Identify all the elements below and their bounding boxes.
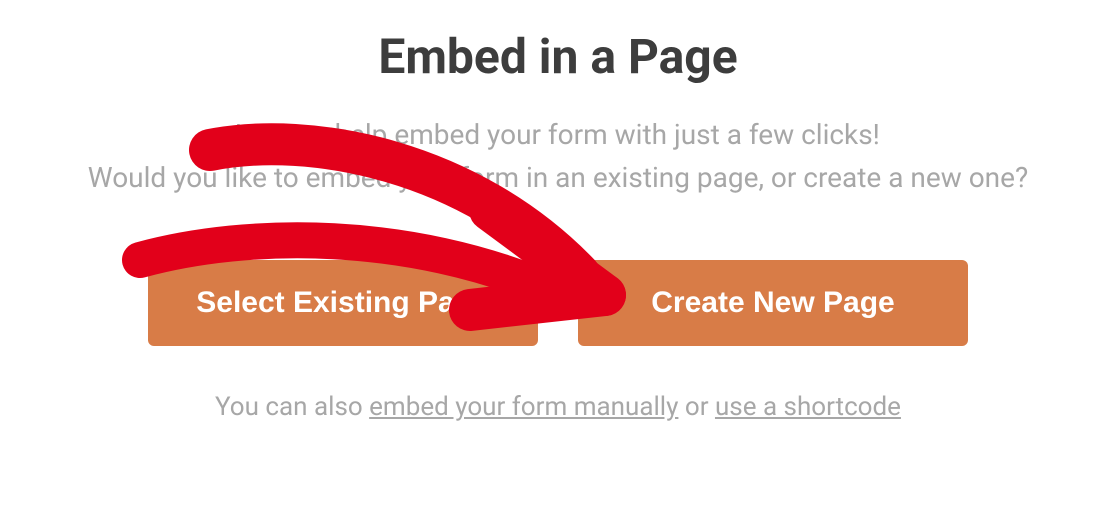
create-new-page-button[interactable]: Create New Page: [578, 260, 968, 346]
embed-manually-link[interactable]: embed your form manually: [369, 392, 678, 422]
select-existing-page-button[interactable]: Select Existing Page: [148, 260, 538, 346]
subtitle-line-1: We can help embed your form with just a …: [236, 118, 880, 151]
footer-text: You can also embed your form manually or…: [215, 392, 901, 422]
dialog-subtitle: We can help embed your form with just a …: [88, 113, 1028, 200]
button-row: Select Existing Page Create New Page: [148, 260, 968, 346]
footer-prefix: You can also: [215, 392, 369, 422]
subtitle-line-2: Would you like to embed your form in an …: [88, 161, 1028, 194]
use-shortcode-link[interactable]: use a shortcode: [715, 392, 901, 422]
dialog-title: Embed in a Page: [378, 28, 737, 85]
footer-middle: or: [678, 392, 715, 422]
